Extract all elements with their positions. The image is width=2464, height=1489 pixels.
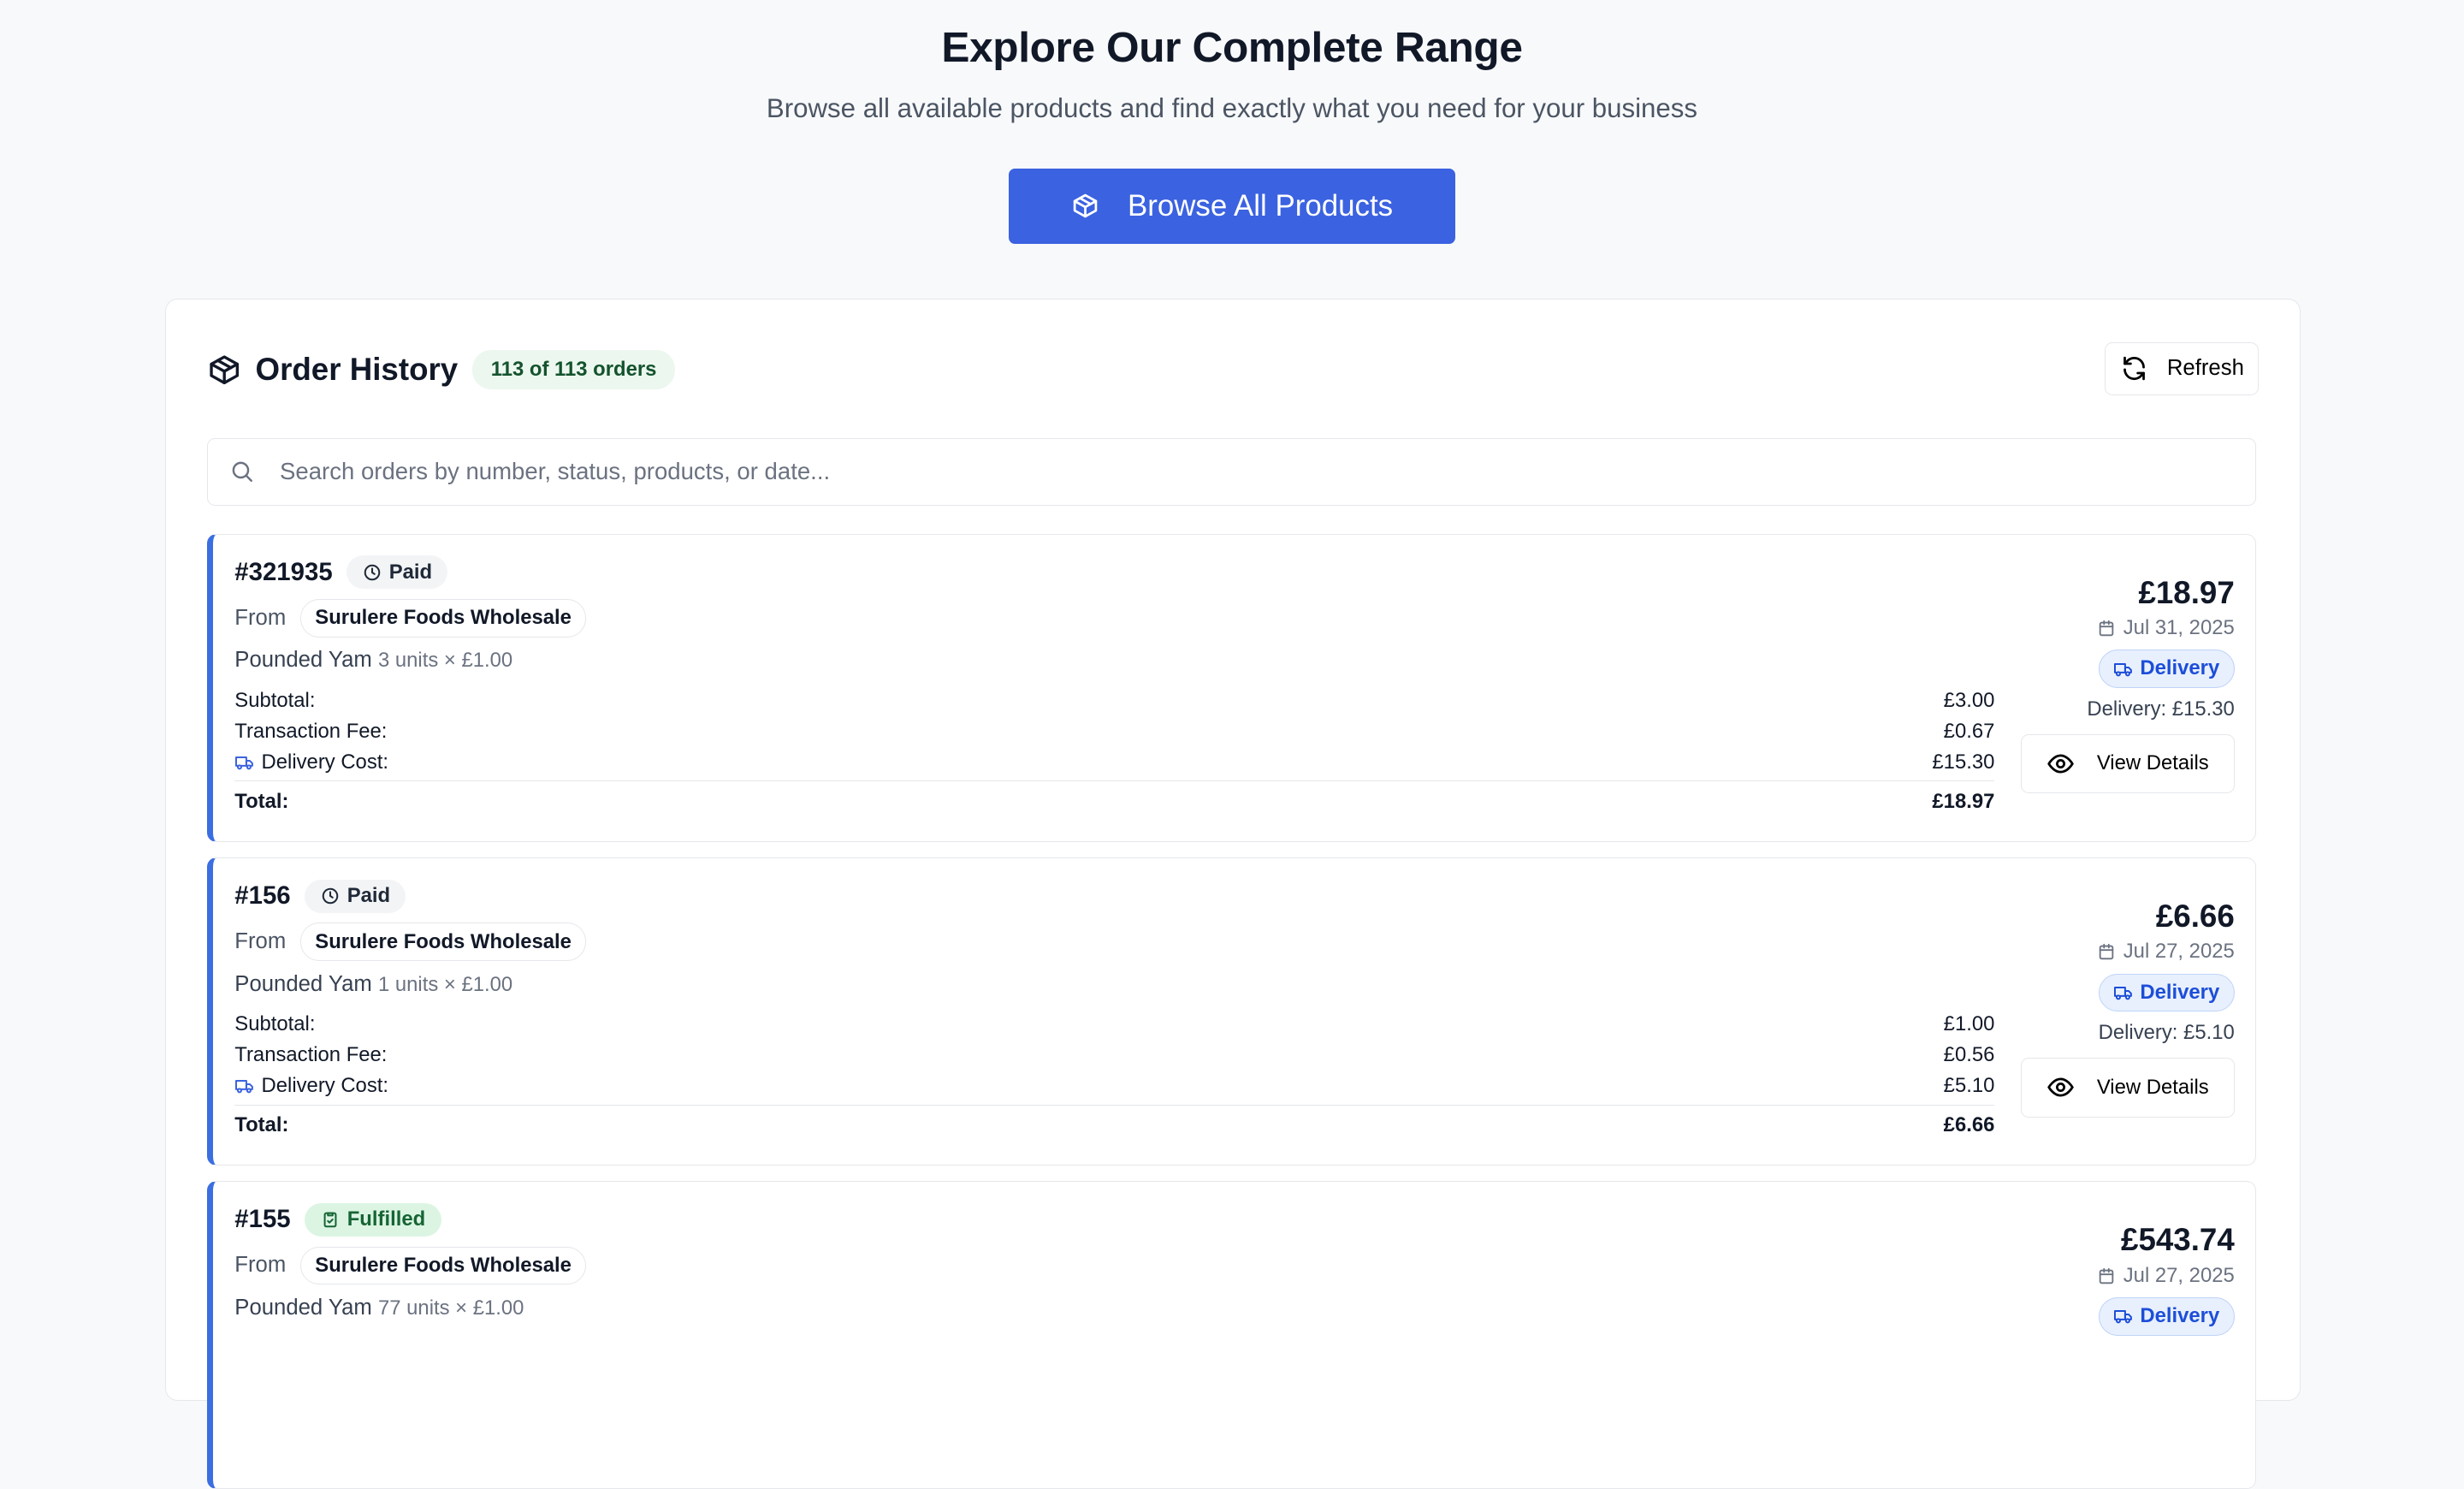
- delivery-method-badge: Delivery: [2098, 1296, 2235, 1336]
- status-badge: Paid: [305, 879, 406, 913]
- truck-icon: [234, 1076, 255, 1096]
- clock-icon: [321, 887, 340, 905]
- delivery-note: Delivery: £15.30: [2087, 697, 2235, 721]
- hero-section: Explore Our Complete Range Browse all av…: [0, 0, 2464, 244]
- refresh-icon: [2120, 354, 2148, 383]
- product-line: Pounded Yam 77 units × £1.00: [234, 1296, 1994, 1320]
- order-count-badge: 113 of 113 orders: [471, 349, 676, 390]
- vendor-chip: Surulere Foods Wholesale: [299, 922, 587, 961]
- eye-icon: [2046, 750, 2075, 778]
- order-amount: £543.74: [2121, 1222, 2235, 1258]
- product-quantity: 3 units × £1.00: [377, 649, 513, 673]
- eye-icon: [2046, 1073, 2075, 1101]
- status-badge: Paid: [346, 555, 448, 590]
- view-details-label: View Details: [2096, 1075, 2209, 1099]
- search-bar: [206, 437, 2256, 506]
- product-name: Pounded Yam: [234, 971, 372, 996]
- order-date: Jul 31, 2025: [2123, 616, 2235, 640]
- view-details-label: View Details: [2096, 751, 2209, 775]
- delivery-note: Delivery: £5.10: [2098, 1021, 2235, 1045]
- order-number: #155: [234, 1205, 291, 1234]
- order-history-panel: Order History 113 of 113 orders Refresh …: [164, 298, 2301, 1489]
- calendar-icon: [2097, 942, 2116, 961]
- view-details-button[interactable]: View Details: [2020, 733, 2235, 794]
- order-number: #321935: [234, 557, 333, 586]
- product-line: Pounded Yam 3 units × £1.00: [234, 648, 1994, 673]
- panel-title: Order History: [255, 351, 459, 387]
- clipboard-check-icon: [321, 1210, 340, 1229]
- product-line: Pounded Yam 1 units × £1.00: [234, 972, 1994, 997]
- order-date: Jul 27, 2025: [2123, 1263, 2235, 1287]
- vendor-chip: Surulere Foods Wholesale: [299, 1246, 587, 1285]
- refresh-button[interactable]: Refresh: [2105, 341, 2260, 395]
- truck-icon: [2113, 1306, 2134, 1326]
- package-icon: [1071, 192, 1099, 220]
- status-label: Paid: [346, 884, 391, 908]
- browse-all-products-button[interactable]: Browse All Products: [1009, 168, 1455, 244]
- product-name: Pounded Yam: [234, 648, 372, 673]
- fee-label: Transaction Fee:: [234, 1043, 388, 1067]
- product-quantity: 77 units × £1.00: [377, 1296, 524, 1320]
- delivery-cost-label: Delivery Cost:: [261, 1074, 389, 1098]
- status-label: Paid: [388, 560, 433, 584]
- delivery-method-badge: Delivery: [2098, 650, 2235, 688]
- search-icon: [229, 459, 254, 483]
- subtotal-label: Subtotal:: [234, 689, 316, 713]
- truck-icon: [234, 752, 255, 773]
- calendar-icon: [2097, 619, 2116, 638]
- page: Explore Our Complete Range Browse all av…: [0, 0, 2464, 1489]
- product-quantity: 1 units × £1.00: [377, 972, 513, 996]
- from-label: From: [234, 605, 287, 630]
- truck-icon: [2113, 659, 2134, 679]
- browse-button-label: Browse All Products: [1127, 188, 1394, 222]
- cost-breakdown: Subtotal: £1.00 Transaction Fee: £0.56 Del…: [234, 1009, 1995, 1146]
- cost-breakdown: Subtotal: £3.00 Transaction Fee: £0.67 Del…: [234, 685, 1995, 822]
- order-amount: £6.66: [2155, 899, 2235, 934]
- hero-subtitle: Browse all available products and find e…: [766, 92, 1697, 123]
- order-card: #155 Fulfilled From Surulere Foods Whole…: [206, 1181, 2256, 1489]
- from-label: From: [234, 1253, 287, 1278]
- from-label: From: [234, 929, 287, 954]
- status-badge: Fulfilled: [305, 1202, 441, 1237]
- fee-label: Transaction Fee:: [234, 719, 388, 743]
- calendar-icon: [2097, 1267, 2116, 1285]
- total-label: Total:: [234, 1113, 289, 1137]
- delivery-method-badge: Delivery: [2098, 973, 2235, 1012]
- truck-icon: [2113, 982, 2134, 1003]
- vendor-chip: Surulere Foods Wholesale: [299, 598, 587, 638]
- method-label: Delivery: [2140, 656, 2220, 680]
- clock-icon: [363, 563, 382, 582]
- subtotal-label: Subtotal:: [234, 1012, 316, 1036]
- method-label: Delivery: [2140, 1304, 2220, 1328]
- order-amount: £18.97: [2138, 574, 2235, 610]
- view-details-button[interactable]: View Details: [2020, 1057, 2235, 1118]
- refresh-label: Refresh: [2166, 356, 2244, 381]
- order-date: Jul 27, 2025: [2123, 940, 2235, 964]
- delivery-cost-label: Delivery Cost:: [261, 750, 389, 774]
- order-number: #156: [234, 881, 291, 911]
- package-icon: [207, 353, 241, 387]
- product-name: Pounded Yam: [234, 1296, 372, 1320]
- method-label: Delivery: [2140, 980, 2220, 1004]
- order-card: #156 Paid From Surulere Foods Wholesale …: [206, 857, 2256, 1166]
- search-input[interactable]: [276, 456, 2255, 487]
- panel-header: Order History 113 of 113 orders: [207, 349, 676, 390]
- total-label: Total:: [234, 790, 289, 814]
- status-label: Fulfilled: [346, 1207, 426, 1231]
- order-card: #321935 Paid From Surulere Foods Wholesa…: [206, 533, 2256, 842]
- hero-title: Explore Our Complete Range: [941, 22, 1523, 71]
